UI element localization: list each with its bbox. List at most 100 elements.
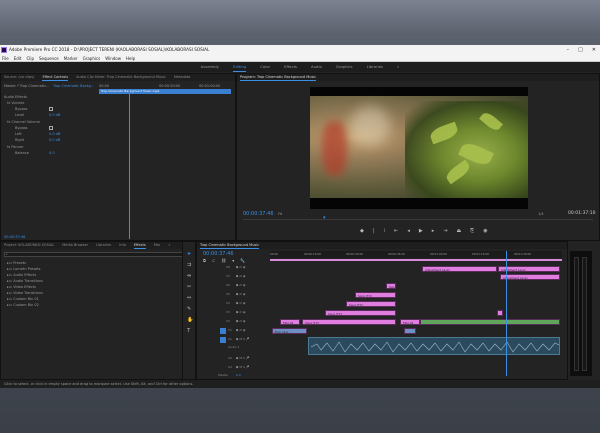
tab-markers[interactable]: Mar [154,242,161,249]
work-area-bar[interactable] [270,259,562,261]
song-clip[interactable]: Song [TX] [346,301,396,307]
timeline-timecode[interactable]: 00:00:37:46 [203,251,234,257]
workspace-more-button[interactable]: » [397,62,399,72]
left-value[interactable]: 0.0 dB [49,132,60,136]
song-clip[interactable]: Song [TX] [302,319,396,325]
v1-clip[interactable] [404,328,416,334]
go-to-in-icon[interactable]: ⇤ [394,229,398,234]
workspace-editing[interactable]: Editing [232,62,247,72]
play-icon[interactable]: ▶ [419,229,423,234]
folder-audio-transitions[interactable]: ▸▭ Audio Transitions [7,279,43,283]
effect-volume[interactable]: fx Volume [7,101,24,105]
selection-tool-icon[interactable]: ➤ [187,252,191,257]
track-header-v5[interactable]: V5 ◼ ⇄ ◉ [200,292,270,299]
folder-video-transitions[interactable]: ▸▭ Video Transitions [7,291,43,295]
menu-clip[interactable]: Clip [26,55,34,61]
track-header-a1[interactable]: A1 ◼ M S 🎤 Audio 1 [200,337,270,355]
folder-video-effects[interactable]: ▸▭ Video Effects [7,285,36,289]
master-track-header[interactable]: Master 0.0 [200,373,270,380]
tab-metadata[interactable]: Metadata [174,74,191,81]
ec-current-timecode[interactable]: 00:00:37:46 [4,235,25,239]
workspace-color[interactable]: Color [260,62,270,72]
tab-project[interactable]: Project: KOLABORASI SOSIAL [4,242,54,249]
menu-sequence[interactable]: Sequence [39,55,59,61]
menu-file[interactable]: File [2,55,9,61]
clip-bar[interactable]: Trop Cinematic Background Music.mp4 [99,89,231,94]
marker-icon[interactable]: ⁞ [384,229,386,234]
adjustment-clip[interactable]: Adjustment Layer [500,274,560,280]
program-monitor-title[interactable]: Program: Trop Cinematic Background Music [240,74,317,81]
lift-icon[interactable]: ⏏ [456,229,461,234]
track-header-v2[interactable]: V2 ◼ ⇄ ◉ [200,319,270,326]
step-back-icon[interactable]: ◂ [407,229,410,234]
title-clip[interactable]: Title 01 [280,319,300,325]
clip-label[interactable]: Trop Cinematic Backg... [53,84,94,88]
step-forward-icon[interactable]: ▸ [432,229,435,234]
quality-dropdown[interactable]: 1/4 [538,212,544,216]
ripple-edit-icon[interactable]: ⇹ [187,274,191,279]
folder-custom-bin-01[interactable]: ▸▭ Custom Bin 01 [7,297,39,301]
type-tool-icon[interactable]: T [187,329,190,334]
tab-source[interactable]: Source: (no clips) [4,74,34,81]
menu-help[interactable]: Help [126,55,135,61]
track-header-v1[interactable]: V1 ◼ ⇄ ◉ [200,328,270,335]
workspace-assembly[interactable]: Assembly [201,62,219,72]
timeline-tab[interactable]: Trop Cinematic Background Music [200,242,260,249]
menu-graphics[interactable]: Graphics [83,55,101,61]
title-clip[interactable]: Title 01 [400,319,420,325]
track-header-v6[interactable]: V6 ◼ ⇄ ◉ [200,283,270,290]
folder-audio-effects[interactable]: ▸▭ Audio Effects [7,273,36,277]
effect-panner[interactable]: fx Panner [7,145,24,149]
workspace-graphics[interactable]: Graphics [336,62,353,72]
source-patch-v1[interactable] [220,328,226,334]
tab-libraries[interactable]: Libraries [96,242,111,249]
song-clip[interactable]: Song [TX] [355,292,396,298]
volume-bypass-checkbox[interactable] [49,107,53,111]
go-to-out-icon[interactable]: ⇥ [443,229,447,234]
adjustment-clip[interactable]: Adjustment Layer [422,266,497,272]
program-timecode[interactable]: 00:00:37:46 [243,211,274,217]
track-header-a3[interactable]: A3 ◼ M S 🎤 [200,365,270,372]
master-clip-label[interactable]: Master * Trop Cinematic... [4,84,49,88]
tab-effect-controls[interactable]: Effect Controls [42,74,69,81]
folder-custom-bin-02[interactable]: ▸▭ Custom Bin 02 [7,303,39,307]
track-header-a2[interactable]: A2 ◼ M S 🎤 [200,356,270,363]
folder-lumetri[interactable]: ▸▭ Lumetri Presets [7,267,41,271]
workspace-effects[interactable]: Effects [284,62,297,72]
track-header-v4[interactable]: V4 ◼ ⇄ ◉ [200,301,270,308]
channel-bypass-checkbox[interactable] [49,126,53,130]
timeline-ruler[interactable]: 00:00 00:00:15:00 00:00:30:00 00:00:45:0… [270,251,562,258]
timeline-playhead[interactable] [506,251,507,376]
menu-marker[interactable]: Marker [64,55,78,61]
slip-icon[interactable]: ↔ [187,296,191,301]
effect-channel-volume[interactable]: fx Channel Volume [7,120,40,124]
razor-icon[interactable]: ✂ [187,285,191,290]
tab-audio-clip-mixer[interactable]: Audio Clip Mixer: Trop Cinematic Backgro… [76,74,166,81]
level-value[interactable]: 0.0 dB [49,113,60,117]
snap-icon[interactable]: ⊂ [212,259,215,263]
source-patch-a1[interactable] [220,337,226,343]
export-frame-icon[interactable]: ◉ [483,229,487,234]
workspace-libraries[interactable]: Libraries [367,62,383,72]
track-header-v8[interactable]: V8 ◼ ⇄ ◉ [200,265,270,272]
tab-info[interactable]: Info [119,242,126,249]
effects-search-input[interactable]: ⌕ [4,252,192,257]
v1-clip[interactable]: Trop Cine... [272,328,307,334]
program-scrubber[interactable] [243,219,593,220]
tab-effects[interactable]: Effects [133,242,146,249]
pen-icon[interactable]: ✎ [187,307,191,312]
extract-icon[interactable]: ⎘ [470,229,474,234]
workspace-audio[interactable]: Audio [311,62,322,72]
maximize-button[interactable]: □ [578,45,583,55]
balance-value[interactable]: 0.0 [49,151,55,155]
right-value[interactable]: 0.0 dB [49,138,60,142]
minimize-button[interactable]: – [567,45,570,55]
graphic-clip[interactable] [420,319,560,325]
folder-presets[interactable]: ▸▭ Presets [7,261,26,265]
nest-icon[interactable]: ⧉ [203,259,206,263]
adjustment-clip[interactable]: Adjustment Layer [498,266,560,272]
program-playhead-icon[interactable]: ▾ [323,216,326,221]
small-clip[interactable] [497,310,503,316]
fit-dropdown[interactable]: Fit [278,212,282,216]
wrench-icon[interactable]: 🔧 [240,259,245,263]
